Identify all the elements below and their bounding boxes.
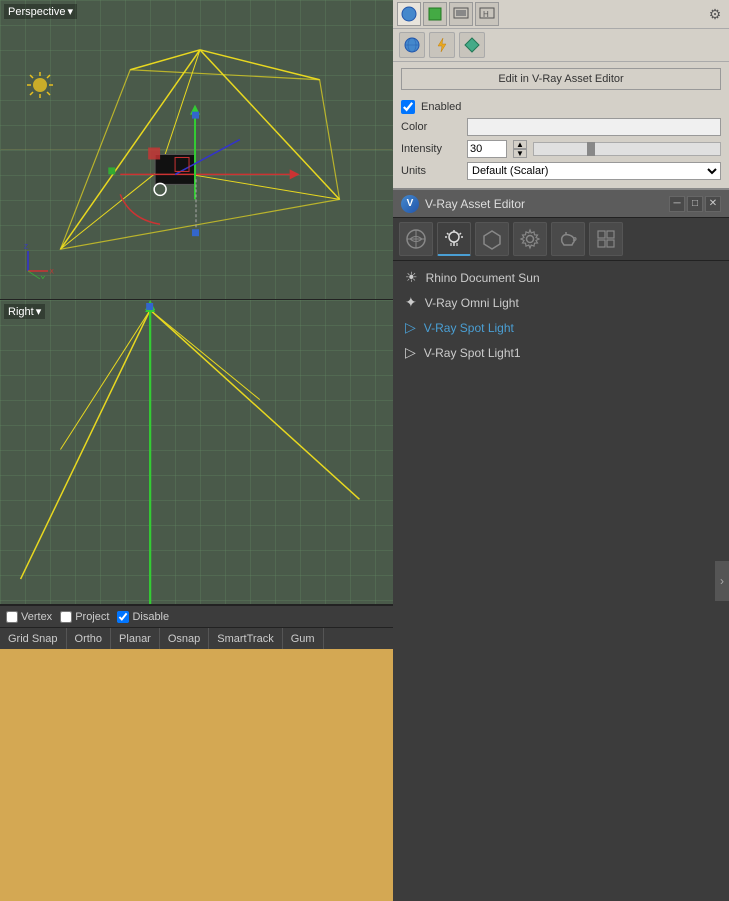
props-icons-row <box>393 29 729 62</box>
props-tab-h[interactable]: H <box>475 2 499 26</box>
props-form: Enabled Color Intensity 30 ▲ ▼ <box>393 96 729 188</box>
ae-item-omni-label: V-Ray Omni Light <box>425 296 519 310</box>
status-bar: Vertex Project Disable <box>0 605 393 627</box>
asset-editor: V V-Ray Asset Editor ─ □ ✕ <box>393 190 729 901</box>
right-dropdown-arrow: ▾ <box>36 305 42 318</box>
perspective-label[interactable]: Perspective ▾ <box>4 4 77 19</box>
svg-text:X: X <box>50 268 55 275</box>
ae-collapse-btn[interactable]: › <box>715 561 729 601</box>
intensity-down-btn[interactable]: ▼ <box>513 149 527 158</box>
ae-omni-icon: ✦ <box>405 294 417 311</box>
svg-text:Z: Z <box>24 244 28 251</box>
props-bolt-icon[interactable] <box>429 32 455 58</box>
gum-btn[interactable]: Gum <box>283 628 324 649</box>
perspective-dropdown-arrow: ▾ <box>67 5 73 18</box>
ortho-btn[interactable]: Ortho <box>67 628 112 649</box>
ae-item-rhino-sun-label: Rhino Document Sun <box>426 271 540 285</box>
props-tab-l[interactable] <box>423 2 447 26</box>
ae-spot1-icon: ▷ <box>405 344 416 361</box>
props-tab-di[interactable] <box>449 2 473 26</box>
svg-text:Y: Y <box>41 276 46 279</box>
ae-item-rhino-sun[interactable]: ☀ Rhino Document Sun <box>393 265 729 290</box>
right-label-text: Right <box>8 306 34 318</box>
ae-close-btn[interactable]: ✕ <box>705 196 721 212</box>
bottom-toolbar: Grid Snap Ortho Planar Osnap SmartTrack … <box>0 627 393 649</box>
ae-item-spot-light1[interactable]: ▷ V-Ray Spot Light1 <box>393 340 729 365</box>
smart-track-btn[interactable]: SmartTrack <box>209 628 282 649</box>
vertex-label: Vertex <box>21 611 52 623</box>
viewport-bottom[interactable] <box>0 649 393 901</box>
enabled-checkbox[interactable] <box>401 100 415 114</box>
ae-item-spot1-label: V-Ray Spot Light1 <box>424 346 521 360</box>
edit-asset-button[interactable]: Edit in V-Ray Asset Editor <box>401 68 721 90</box>
ae-toolbar <box>393 218 729 261</box>
intensity-spinner: ▲ ▼ <box>513 140 527 158</box>
ae-item-omni-light[interactable]: ✦ V-Ray Omni Light <box>393 290 729 315</box>
ae-asset-list: ☀ Rhino Document Sun ✦ V-Ray Omni Light … <box>393 261 729 901</box>
ae-content-area: ☀ Rhino Document Sun ✦ V-Ray Omni Light … <box>393 261 729 901</box>
ae-sun-icon: ☀ <box>405 269 418 286</box>
props-gear-icon[interactable]: ⚙ <box>705 4 725 24</box>
color-row: Color <box>401 118 721 136</box>
intensity-label: Intensity <box>401 143 461 155</box>
vray-properties-panel: H ⚙ <box>393 0 729 190</box>
color-swatch[interactable] <box>467 118 721 136</box>
viewport-perspective[interactable]: Z X Y Perspective ▾ <box>0 0 393 300</box>
project-check-input[interactable] <box>60 611 72 623</box>
color-label: Color <box>401 121 461 133</box>
units-label: Units <box>401 165 461 177</box>
ae-item-spot-label: V-Ray Spot Light <box>424 321 514 335</box>
osnap-btn[interactable]: Osnap <box>160 628 209 649</box>
project-label: Project <box>75 611 109 623</box>
sun-icon <box>25 70 55 100</box>
disable-checkbox[interactable]: Disable <box>117 611 169 623</box>
intensity-input[interactable]: 30 <box>467 140 507 158</box>
right-label[interactable]: Right ▾ <box>4 304 45 319</box>
props-sphere-icon[interactable] <box>399 32 425 58</box>
vertex-check-input[interactable] <box>6 611 18 623</box>
disable-check-input[interactable] <box>117 611 129 623</box>
vertex-checkbox[interactable]: Vertex <box>6 611 52 623</box>
svg-text:H: H <box>483 10 489 19</box>
ae-title: V-Ray Asset Editor <box>425 197 667 211</box>
units-row: Units Default (Scalar) <box>401 162 721 180</box>
props-diamond-icon[interactable] <box>459 32 485 58</box>
planar-btn[interactable]: Planar <box>111 628 160 649</box>
viewport-right[interactable]: Z Y Right ▾ <box>0 300 393 605</box>
perspective-label-text: Perspective <box>8 6 65 18</box>
ae-vray-icon: V <box>401 195 419 213</box>
grid-snap-btn[interactable]: Grid Snap <box>0 628 67 649</box>
intensity-slider[interactable] <box>533 142 721 156</box>
units-select[interactable]: Default (Scalar) <box>467 162 721 180</box>
ae-minimize-btn[interactable]: ─ <box>669 196 685 212</box>
ae-item-spot-light[interactable]: ▷ V-Ray Spot Light <box>393 315 729 340</box>
axes-indicator: Z X Y <box>20 239 60 279</box>
ae-maximize-btn[interactable]: □ <box>687 196 703 212</box>
props-toolbar: H ⚙ <box>393 0 729 29</box>
project-checkbox[interactable]: Project <box>60 611 109 623</box>
right-scene: Z Y <box>0 300 393 604</box>
disable-label: Disable <box>132 611 169 623</box>
ae-light-btn[interactable] <box>437 222 471 256</box>
ae-settings-btn[interactable] <box>513 222 547 256</box>
enabled-row: Enabled <box>401 100 721 114</box>
ae-output-btn[interactable] <box>589 222 623 256</box>
props-tab-p[interactable] <box>397 2 421 26</box>
ae-render-btn[interactable] <box>551 222 585 256</box>
intensity-up-btn[interactable]: ▲ <box>513 140 527 149</box>
intensity-row: Intensity 30 ▲ ▼ <box>401 140 721 158</box>
ae-geometry-btn[interactable] <box>475 222 509 256</box>
ae-spot-icon: ▷ <box>405 319 416 336</box>
ae-titlebar: V V-Ray Asset Editor ─ □ ✕ <box>393 190 729 218</box>
ae-world-btn[interactable] <box>399 222 433 256</box>
enabled-label: Enabled <box>421 101 461 113</box>
